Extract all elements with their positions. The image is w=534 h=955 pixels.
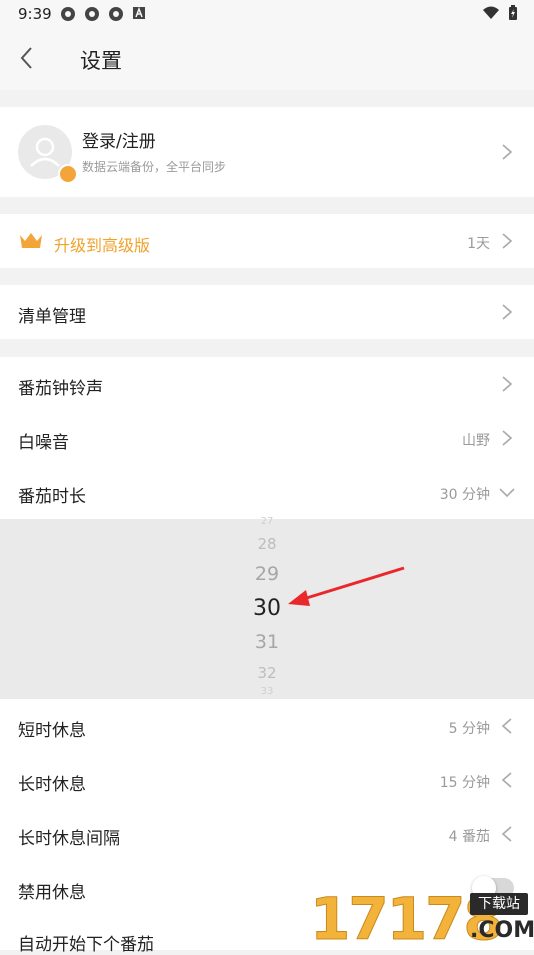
login-subtitle: 数据云端备份，全平台同步 (82, 160, 227, 174)
back-arrow-icon[interactable] (14, 44, 42, 72)
status-bar: 9:39 (0, 0, 534, 28)
watermark-tag: 下载站 (470, 893, 528, 915)
account-row[interactable] (0, 107, 534, 197)
crown-badge-icon (58, 164, 78, 184)
crown-icon (20, 233, 42, 248)
page-title: 设置 (80, 49, 122, 73)
picker-item[interactable]: 27 (0, 516, 534, 527)
status-system-icons (482, 5, 518, 21)
login-register-label[interactable]: 登录/注册 (82, 127, 156, 152)
chevron-right-icon (502, 144, 513, 160)
wifi-icon (483, 6, 499, 19)
status-notification-icons (60, 6, 146, 22)
long-break-value: 15 分钟 (439, 775, 490, 791)
pomodoro-length-value: 30 分钟 (439, 487, 490, 503)
status-time: 9:39 (18, 5, 52, 23)
chevron-right-icon (502, 233, 513, 249)
short-break-value: 5 分钟 (448, 721, 490, 737)
chevron-left-icon (501, 718, 512, 734)
long-break-interval-label[interactable]: 长时休息间隔 (18, 824, 120, 849)
list-manage-label[interactable]: 清单管理 (18, 302, 86, 327)
long-break-interval-value: 4 番茄 (448, 829, 490, 845)
app-notification-icon (109, 7, 123, 21)
white-noise-label[interactable]: 白噪音 (18, 428, 69, 453)
long-break-label[interactable]: 长时休息 (18, 770, 86, 795)
app-notification-icon (85, 7, 99, 21)
picker-item[interactable]: 29 (0, 563, 534, 585)
annotation-arrow-icon (288, 566, 405, 606)
chevron-down-icon (499, 488, 515, 498)
picker-item[interactable]: 28 (0, 535, 534, 553)
upgrade-label[interactable]: 升级到高级版 (54, 232, 150, 256)
chevron-right-icon (502, 430, 513, 446)
auto-start-label[interactable]: 自动开始下个番茄 (18, 930, 154, 955)
picker-item[interactable]: 33 (0, 686, 534, 697)
watermark-domain: .COM (470, 918, 534, 943)
app-notification-icon (61, 7, 75, 21)
picker-selected-item[interactable]: 30 (0, 596, 534, 621)
a-notification-icon (133, 6, 145, 19)
app-header: 设置 (0, 28, 534, 90)
pomodoro-length-label[interactable]: 番茄时长 (18, 482, 86, 507)
chevron-right-icon (502, 304, 513, 320)
battery-icon (509, 5, 517, 20)
chevron-right-icon (502, 376, 513, 392)
chevron-left-icon (501, 826, 512, 842)
chevron-left-icon (501, 772, 512, 788)
upgrade-days-value: 1天 (467, 236, 490, 252)
ringtone-label[interactable]: 番茄钟铃声 (18, 374, 103, 399)
picker-item[interactable]: 32 (0, 664, 534, 682)
picker-item[interactable]: 31 (0, 631, 534, 653)
white-noise-value: 山野 (462, 433, 490, 449)
short-break-label[interactable]: 短时休息 (18, 716, 86, 741)
disable-break-label[interactable]: 禁用休息 (18, 878, 86, 903)
